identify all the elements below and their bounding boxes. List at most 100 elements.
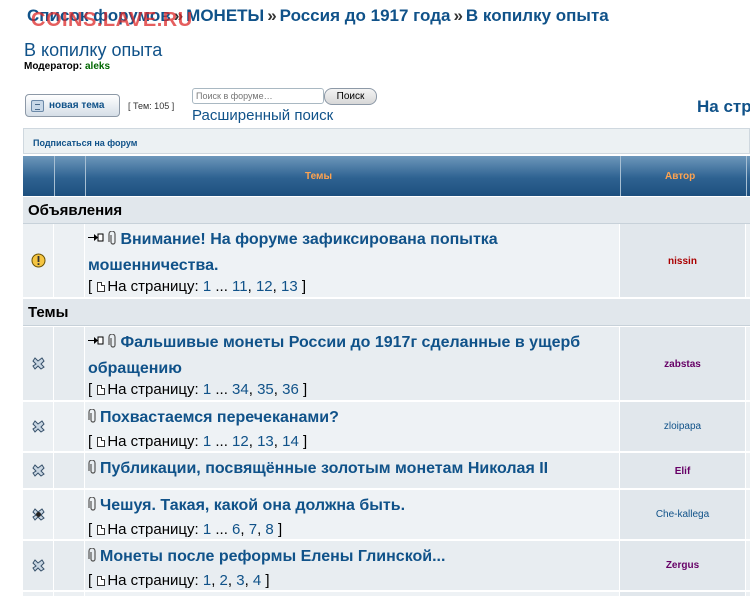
forum-title[interactable]: В копилку опыта [24, 40, 162, 61]
moderator-name-link[interactable]: aleks [85, 61, 110, 72]
topic-title-link[interactable]: Похвастаемся перечеканами? [100, 409, 339, 426]
page-link[interactable]: 6 [232, 521, 240, 538]
author-link[interactable]: Che-kallega [620, 509, 745, 520]
page-link[interactable]: 4 [253, 572, 261, 589]
status-cell [23, 453, 54, 488]
topic-pages: [ На страницу: 1, 2, 3, 4 ] [88, 572, 270, 589]
topic-meta-icons [88, 333, 118, 357]
table-row [23, 592, 750, 597]
announcement-icon [31, 253, 46, 268]
section-topics: Темы [23, 299, 750, 326]
page-link[interactable]: 12 [232, 433, 249, 450]
hot-topic-icon [32, 559, 45, 572]
topic-title-link[interactable]: Внимание! На форуме зафиксирована попытк… [88, 231, 498, 274]
header-divider [54, 156, 55, 196]
new-topic-label: новая тема [49, 100, 105, 111]
page-link[interactable]: 36 [282, 381, 299, 398]
topic-title-link[interactable]: Монеты после реформы Елены Глинской... [100, 548, 445, 565]
pages-ellipsis: ... [215, 278, 228, 295]
page-link[interactable]: 14 [282, 433, 299, 450]
pages-bracket-open: [ [88, 433, 93, 450]
forum-search-input[interactable] [192, 88, 324, 104]
topic-meta-icons [88, 459, 98, 483]
page-icon [97, 525, 106, 535]
topic-icon-cell [54, 453, 85, 488]
author-link[interactable]: Elif [620, 466, 745, 477]
page-link[interactable]: 1 [203, 381, 211, 398]
attachment-icon [108, 230, 117, 245]
column-header-author[interactable]: Автор [665, 171, 695, 182]
hot-topic-icon [32, 464, 45, 477]
subscribe-bar: Подписаться на форум [23, 128, 750, 154]
topic-cell [85, 592, 620, 596]
breadcrumb-russia-1917[interactable]: Россия до 1917 года [280, 6, 451, 25]
author-link[interactable]: zabstas [620, 359, 745, 370]
page-link[interactable]: 1 [203, 521, 211, 538]
section-announcements: Объявления [23, 197, 750, 224]
pagination-label: На стр [697, 97, 750, 116]
author-link[interactable]: zloipapa [620, 421, 745, 432]
topic-cell: Монеты после реформы Елены Глинской... [… [85, 541, 620, 590]
page-link[interactable]: 13 [257, 433, 274, 450]
search-button[interactable]: Поиск [324, 88, 377, 105]
pages-bracket-close: ] [302, 433, 308, 450]
breadcrumb-coins[interactable]: МОНЕТЫ [186, 6, 264, 25]
author-cell: nissin [620, 224, 746, 297]
topic-meta-icons [88, 547, 98, 571]
status-cell [23, 402, 54, 451]
hot-topic-icon [32, 420, 45, 433]
pages-ellipsis: ... [215, 381, 228, 398]
page-link[interactable]: 3 [236, 572, 244, 589]
status-cell [23, 541, 54, 590]
goto-unread-icon[interactable] [88, 231, 104, 244]
pages-bracket-open: [ [88, 278, 93, 295]
author-cell: Che-kallega [620, 490, 746, 539]
author-link[interactable]: nissin [620, 256, 745, 267]
topic-title-link[interactable]: Чешуя. Такая, какой она должна быть. [100, 497, 405, 514]
extra-cell [746, 453, 750, 488]
new-topic-button[interactable]: новая тема [25, 94, 120, 117]
page-link[interactable]: 2 [220, 572, 228, 589]
status-cell [23, 592, 54, 596]
author-cell: zloipapa [620, 402, 746, 451]
page-link[interactable]: 1 [203, 433, 211, 450]
hot-topic-icon [32, 357, 45, 370]
column-header-topics[interactable]: Темы [305, 171, 332, 182]
topic-meta-icons [88, 230, 118, 254]
page-link[interactable]: 1 [203, 278, 211, 295]
extra-cell [746, 490, 750, 539]
pages-ellipsis: ... [215, 433, 228, 450]
author-link[interactable]: Zergus [620, 560, 745, 571]
attachment-icon [88, 459, 96, 474]
topic-icon-cell [54, 592, 85, 596]
goto-unread-icon[interactable] [88, 334, 104, 347]
page-link[interactable]: 34 [232, 381, 249, 398]
pages-label: На страницу: [107, 381, 199, 398]
topic-title-link[interactable]: Публикации, посвящённые золотым монетам … [100, 460, 548, 477]
topic-pages: [ На страницу: 1 ... 6, 7, 8 ] [88, 521, 283, 538]
page-link[interactable]: 8 [265, 521, 273, 538]
advanced-search-link[interactable]: Расширенный поиск [192, 107, 333, 124]
page-icon [97, 385, 106, 395]
page-link[interactable]: 35 [257, 381, 274, 398]
page-link[interactable]: 1 [203, 572, 211, 589]
extra-cell [746, 592, 750, 596]
page-link[interactable]: 7 [249, 521, 257, 538]
topic-icon-cell [54, 224, 85, 297]
pages-label: На страницу: [107, 521, 199, 538]
topics-count: [ Тем: 105 ] [128, 101, 175, 111]
page-link[interactable]: 13 [281, 278, 298, 295]
breadcrumb-current-forum[interactable]: В копилку опыта [466, 6, 609, 25]
topic-icon-cell [54, 541, 85, 590]
topic-title-link[interactable]: Фальшивые монеты России до 1917г сделанн… [88, 334, 580, 377]
topic-cell: Похвастаемся перечеканами? [ На страницу… [85, 402, 620, 451]
header-divider [620, 156, 621, 196]
status-cell [23, 327, 54, 400]
subscribe-forum-link[interactable]: Подписаться на форум [33, 138, 137, 148]
table-row: Публикации, посвящённые золотым монетам … [23, 453, 750, 489]
topic-meta-icons [88, 408, 98, 432]
page-link[interactable]: 12 [256, 278, 273, 295]
page-link[interactable]: 11 [232, 278, 248, 295]
page-icon [97, 282, 106, 292]
hot-topic-posted-icon [32, 508, 45, 521]
